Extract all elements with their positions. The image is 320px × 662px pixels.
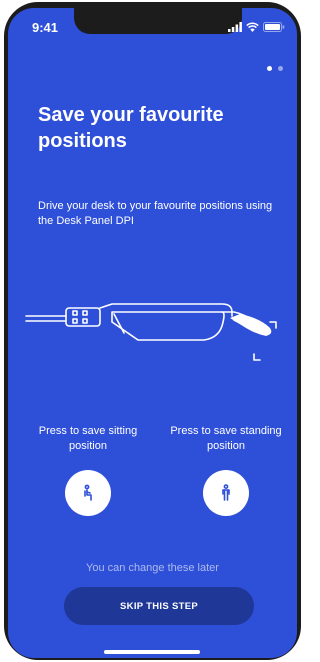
save-sitting-button[interactable] bbox=[65, 470, 111, 516]
page-subtitle: Drive your desk to your favourite positi… bbox=[38, 200, 273, 227]
desk-panel-illustration bbox=[25, 303, 277, 361]
change-later-note: You can change these later bbox=[86, 562, 219, 574]
home-indicator bbox=[104, 650, 200, 654]
signal-icon bbox=[228, 22, 242, 32]
skip-step-button[interactable]: SKIP THIS STEP bbox=[64, 587, 254, 625]
save-sitting-label: Press to save sitting position bbox=[38, 425, 138, 452]
page-dot-inactive bbox=[278, 66, 283, 71]
app-screen: 9:41 Save your favourite positions Drive… bbox=[8, 8, 297, 658]
device-notch bbox=[74, 8, 242, 34]
page-title: Save your favourite positions bbox=[38, 104, 224, 152]
battery-icon bbox=[263, 22, 285, 32]
status-icons bbox=[228, 22, 285, 32]
standing-person-icon bbox=[222, 484, 230, 501]
sitting-person-icon bbox=[84, 484, 92, 501]
page-indicator bbox=[267, 66, 283, 71]
page-dot-active bbox=[267, 66, 272, 71]
save-standing-label: Press to save standing position bbox=[170, 425, 282, 452]
status-time: 9:41 bbox=[32, 20, 59, 35]
phone-mockup: 9:41 Save your favourite positions Drive… bbox=[0, 0, 305, 662]
save-standing-section: Press to save standing position bbox=[166, 424, 286, 516]
save-sitting-section: Press to save sitting position bbox=[28, 424, 148, 516]
save-standing-button[interactable] bbox=[203, 470, 249, 516]
wifi-icon bbox=[246, 22, 259, 32]
